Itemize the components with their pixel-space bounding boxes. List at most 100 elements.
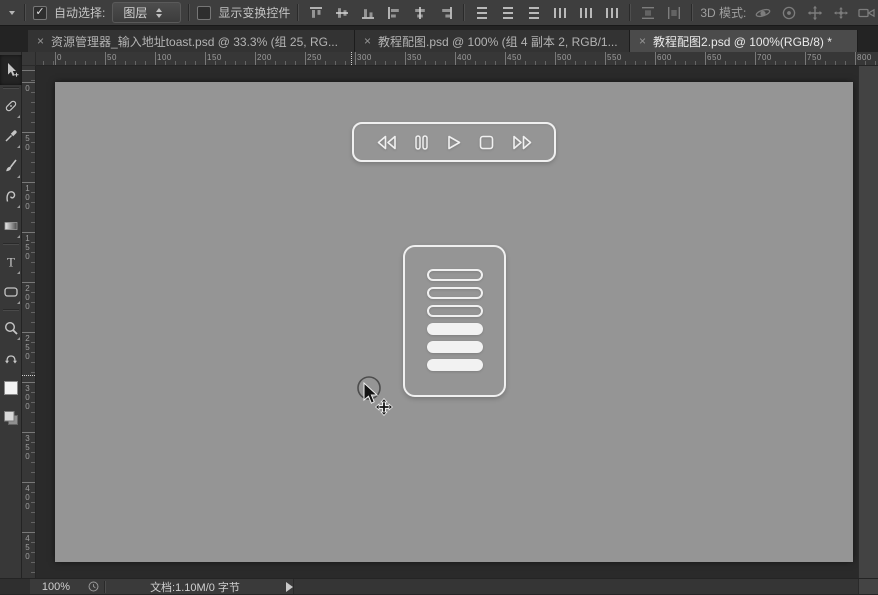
timing-icon — [82, 580, 104, 593]
gradient-tool[interactable] — [0, 211, 22, 241]
auto-select-target-value: 图层 — [123, 6, 148, 20]
distribute-right-edges-icon[interactable] — [602, 4, 622, 22]
distribute-vertical-centers-icon[interactable] — [498, 4, 518, 22]
stop-button-icon — [478, 134, 495, 151]
ruler-label: 500 — [557, 53, 572, 62]
document-tab-1[interactable]: × 资源管理器_输入地址toast.psd @ 33.3% (组 25, RG..… — [28, 30, 355, 52]
auto-select-checkbox[interactable] — [33, 5, 47, 20]
3d-orbit-icon[interactable] — [753, 4, 773, 22]
ruler-label: 600 — [657, 53, 672, 62]
cursor-position-marker-x — [351, 52, 352, 65]
ruler-label: 150 — [207, 53, 222, 62]
rounded-rectangle-tool[interactable] — [0, 277, 22, 307]
align-top-edges-icon[interactable] — [306, 4, 326, 22]
status-left-spacer — [0, 579, 30, 594]
ruler-label: 250 — [307, 53, 322, 62]
updown-arrows-icon — [156, 7, 163, 18]
ruler-label: 100 — [157, 53, 172, 62]
ruler-label: 450 — [507, 53, 522, 62]
separator — [2, 309, 19, 311]
vertical-scrollbar[interactable] — [858, 66, 878, 578]
separator — [188, 4, 191, 21]
document-tab-3[interactable]: × 教程配图2.psd @ 100%(RGB/8) * — [630, 30, 858, 52]
ruler-vertical[interactable]: 0 50 100 150 200 250 300 350 400 450 — [22, 66, 36, 578]
distribute-left-edges-icon[interactable] — [550, 4, 570, 22]
background-color-swatch[interactable] — [0, 403, 22, 433]
ruler-label: 750 — [807, 53, 822, 62]
ruler-label: 350 — [407, 53, 422, 62]
distribute-bottom-edges-icon[interactable] — [524, 4, 544, 22]
svg-text:T: T — [7, 255, 15, 270]
play-button-icon — [445, 134, 462, 151]
ruler-label: 650 — [707, 53, 722, 62]
fast-forward-button-icon — [511, 134, 534, 151]
list-bar-filled — [426, 341, 483, 353]
tab-close-icon[interactable]: × — [639, 34, 646, 48]
brush-tool[interactable] — [0, 151, 22, 181]
swap-colors-icon[interactable] — [0, 343, 22, 373]
move-cursor — [357, 376, 394, 417]
move-tool[interactable] — [0, 55, 22, 85]
zoom-tool[interactable] — [0, 313, 22, 343]
list-bars-group — [426, 269, 483, 371]
document-tab-2[interactable]: × 教程配图.psd @ 100% (组 4 副本 2, RGB/1... — [355, 30, 630, 52]
distribute-vertical-spacing-icon[interactable] — [638, 4, 658, 22]
ruler-origin-box[interactable] — [22, 52, 36, 66]
player-controls-artwork — [352, 122, 556, 162]
ruler-label: 200 — [257, 53, 272, 62]
ruler-label: 300 — [23, 384, 32, 411]
align-vertical-centers-icon[interactable] — [332, 4, 352, 22]
separator — [463, 4, 466, 21]
healing-brush-tool[interactable] — [0, 91, 22, 121]
horizontal-scrollbar[interactable] — [293, 579, 858, 594]
3d-roll-icon[interactable] — [779, 4, 799, 22]
list-bar-filled — [426, 359, 483, 371]
move-arrows-icon — [374, 397, 394, 417]
distribute-horizontal-centers-icon[interactable] — [576, 4, 596, 22]
3d-camera-icon[interactable] — [857, 4, 877, 22]
align-left-edges-icon[interactable] — [384, 4, 404, 22]
ruler-label: 800 — [857, 53, 872, 62]
tab-close-icon[interactable]: × — [364, 34, 371, 48]
distribute-top-edges-icon[interactable] — [472, 4, 492, 22]
foreground-color-swatch[interactable] — [0, 373, 22, 403]
tab-close-icon[interactable]: × — [37, 34, 44, 48]
3d-slide-icon[interactable] — [831, 4, 851, 22]
distribute-horizontal-spacing-icon[interactable] — [664, 4, 684, 22]
align-right-edges-icon[interactable] — [436, 4, 456, 22]
auto-select-label: 自动选择: — [54, 6, 106, 20]
zoom-level-field[interactable]: 100% — [30, 581, 82, 593]
separator — [297, 4, 300, 21]
ruler-label: 200 — [23, 284, 32, 311]
smudge-tool[interactable] — [0, 181, 22, 211]
auto-select-target-dropdown[interactable]: 图层 — [112, 2, 182, 23]
list-bar-outline — [426, 305, 483, 317]
3d-pan-icon[interactable] — [805, 4, 825, 22]
align-horizontal-centers-icon[interactable] — [410, 4, 430, 22]
cursor-position-marker-y — [22, 375, 35, 376]
ruler-label: 700 — [757, 53, 772, 62]
status-menu-arrow-icon[interactable] — [286, 581, 293, 592]
ruler-horizontal[interactable]: 0 50 100 150 200 250 300 350 400 450 500 550 600 650 7… — [36, 52, 878, 66]
ruler-label: 400 — [457, 53, 472, 62]
tab-title: 资源管理器_输入地址toast.psd @ 33.3% (组 25, RG... — [51, 34, 338, 49]
list-panel-artwork — [403, 245, 506, 397]
document-info[interactable]: 文档:1.10M/0 字节 — [106, 579, 284, 595]
brush-circle-icon — [357, 376, 381, 400]
align-buttons-group — [306, 4, 456, 22]
ruler-label: 100 — [23, 184, 32, 211]
align-bottom-edges-icon[interactable] — [358, 4, 378, 22]
separator — [691, 4, 694, 21]
type-tool[interactable]: T — [0, 247, 22, 277]
show-transform-checkbox[interactable] — [197, 5, 212, 20]
list-bar-outline — [426, 269, 483, 281]
pause-button-icon — [414, 134, 429, 151]
ruler-label: 550 — [607, 53, 622, 62]
ruler-label: 0 — [23, 84, 32, 93]
resize-corner — [858, 579, 878, 594]
ruler-label: 50 — [23, 134, 32, 152]
document-canvas[interactable] — [55, 82, 853, 562]
tool-preset-dropdown[interactable] — [7, 10, 17, 15]
eyedropper-tool[interactable] — [0, 121, 22, 151]
3d-mode-label: 3D 模式: — [700, 6, 747, 20]
